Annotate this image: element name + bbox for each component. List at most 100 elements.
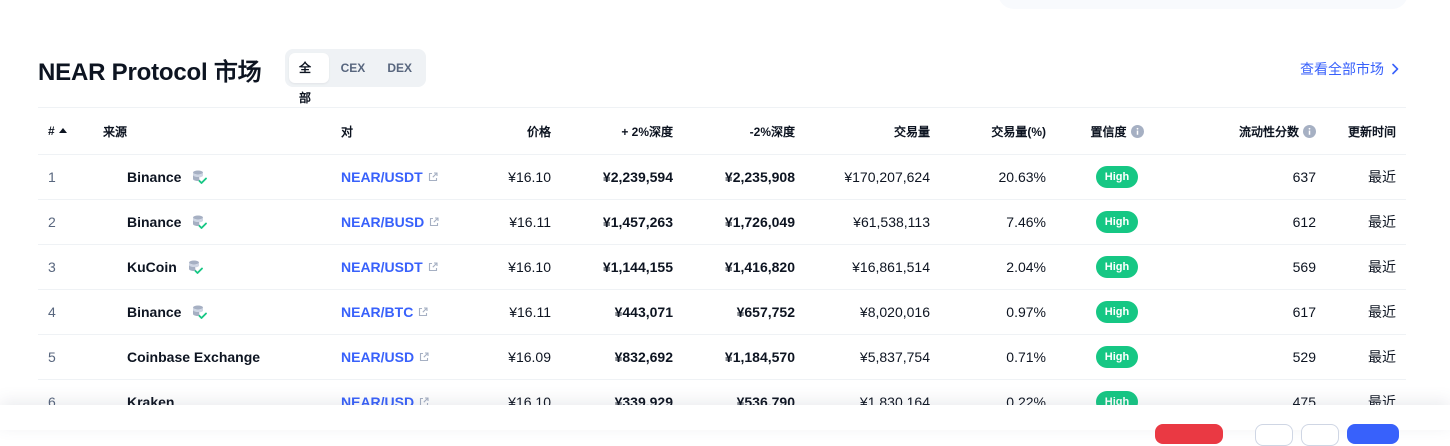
pair-link[interactable]: NEAR/USDT [341,259,438,275]
volume-cell: ¥61,538,113 [805,199,940,245]
verified-exchange-icon [188,260,203,274]
depth-plus-cell: ¥1,457,263 [561,199,683,245]
depth-minus-cell: ¥657,752 [683,289,805,335]
external-link-icon [419,307,428,317]
market-type-tabs: 全部 CEX DEX [285,49,426,105]
rank-cell: 2 [38,199,98,245]
verified-exchange-icon [193,305,208,319]
price-cell: ¥16.11 [471,289,561,335]
col-liquidity[interactable]: 流动性分数 [1178,107,1326,155]
liquidity-cell: 637 [1178,154,1326,200]
chevron-right-icon [1392,63,1399,75]
volume-pct-cell: 0.71% [940,334,1056,380]
depth-minus-cell: ¥1,184,570 [683,334,805,380]
liquidity-cell: 617 [1178,289,1326,335]
price-cell: ¥16.09 [471,334,561,380]
depth-plus-cell: ¥443,071 [561,289,683,335]
volume-cell: ¥8,020,016 [805,289,940,335]
col-depth-minus[interactable]: -2%深度 [683,107,805,155]
volume-cell: ¥5,837,754 [805,334,940,380]
tab-cex[interactable]: CEX [331,53,376,83]
depth-minus-cell: ¥1,726,049 [683,199,805,245]
col-volume[interactable]: 交易量 [805,107,940,155]
external-link-icon [428,262,438,272]
pair-cell: NEAR/USD [341,334,471,380]
volume-pct-cell: 2.04% [940,244,1056,290]
table-row[interactable]: 3 KuCoin NEAR/USDT ¥16.10 ¥1,144,155 ¥1,416,8… [38,244,1406,290]
secondary-button[interactable] [1255,424,1293,446]
confidence-badge: High [1095,166,1139,188]
confidence-cell: High [1056,199,1178,245]
page-title: NEAR Protocol 市场 [38,59,262,86]
depth-minus-cell: ¥2,235,908 [683,154,805,200]
liquidity-cell: 569 [1178,244,1326,290]
view-all-markets-link[interactable]: 查看全部市场 [1300,59,1400,79]
sort-up-icon [58,128,67,133]
pair-cell: NEAR/BUSD [341,199,471,245]
exchange-name[interactable]: Binance [127,169,181,185]
info-icon[interactable] [1130,124,1144,138]
col-volume-pct[interactable]: 交易量(%) [940,107,1056,155]
external-link-icon [428,172,438,182]
col-pair[interactable]: 对 [341,107,471,155]
table-row[interactable]: 5 Coinbase Exchange NEAR/USD ¥16.09 ¥832,692… [38,334,1406,380]
confidence-badge: High [1095,256,1139,278]
depth-minus-cell: ¥1,416,820 [683,244,805,290]
pair-link[interactable]: NEAR/BUSD [341,214,439,230]
red-action-button[interactable] [1155,424,1223,444]
volume-pct-cell: 20.63% [940,154,1056,200]
info-icon[interactable] [1303,124,1316,138]
exchange-name[interactable]: Binance [127,304,181,320]
pair-link[interactable]: NEAR/USD [341,349,429,365]
exchange-name[interactable]: KuCoin [127,259,177,275]
pair-link[interactable]: NEAR/BTC [341,304,428,320]
source-cell: Coinbase Exchange [98,334,341,380]
liquidity-cell: 529 [1178,334,1326,380]
price-cell: ¥16.10 [471,244,561,290]
volume-pct-cell: 7.46% [940,199,1056,245]
depth-plus-cell: ¥1,144,155 [561,244,683,290]
secondary-button[interactable] [1301,424,1339,446]
rank-cell: 3 [38,244,98,290]
table-row[interactable]: 4 Binance NEAR/BTC ¥16.11 ¥443,071 ¥657,752 ¥8… [38,289,1406,335]
col-rank[interactable]: # [38,107,98,155]
tab-all[interactable]: 全部 [289,53,329,105]
table-row[interactable]: 1 Binance NEAR/USDT ¥16.10 ¥2,239,594 ¥2,235,… [38,154,1406,200]
updated-cell: 最近 [1326,199,1406,245]
col-confidence[interactable]: 置信度 [1056,107,1178,155]
tab-dex[interactable]: DEX [377,53,422,83]
source-cell: Binance [98,289,341,335]
col-source[interactable]: 来源 [98,107,341,155]
exchange-name[interactable]: Coinbase Exchange [127,349,260,365]
verified-exchange-icon [193,215,208,229]
col-price[interactable]: 价格 [471,107,561,155]
pair-cell: NEAR/BTC [341,289,471,335]
rank-cell: 4 [38,289,98,335]
primary-button[interactable] [1347,424,1399,444]
price-cell: ¥16.10 [471,154,561,200]
price-cell: ¥16.11 [471,199,561,245]
confidence-cell: High [1056,289,1178,335]
rank-cell: 1 [38,154,98,200]
confidence-badge: High [1095,346,1139,368]
exchange-name[interactable]: Binance [127,214,181,230]
volume-cell: ¥16,861,514 [805,244,940,290]
confidence-badge: High [1095,301,1139,323]
pair-cell: NEAR/USDT [341,244,471,290]
bottom-bar [0,405,1450,446]
liquidity-cell: 612 [1178,199,1326,245]
external-link-icon [430,217,439,227]
volume-cell: ¥170,207,624 [805,154,940,200]
updated-cell: 最近 [1326,244,1406,290]
updated-cell: 最近 [1326,334,1406,380]
pair-cell: NEAR/USDT [341,154,471,200]
updated-cell: 最近 [1326,154,1406,200]
pair-link[interactable]: NEAR/USDT [341,169,438,185]
table-row[interactable]: 2 Binance NEAR/BUSD ¥16.11 ¥1,457,263 ¥1,726,… [38,199,1406,245]
volume-pct-cell: 0.97% [940,289,1056,335]
updated-cell: 最近 [1326,289,1406,335]
col-updated[interactable]: 更新时间 [1326,107,1406,155]
markets-header: NEAR Protocol 市场 全部 CEX DEX 查看全部市场 [38,49,1406,105]
col-depth-plus[interactable]: + 2%深度 [561,107,683,155]
view-all-label: 查看全部市场 [1300,61,1384,77]
